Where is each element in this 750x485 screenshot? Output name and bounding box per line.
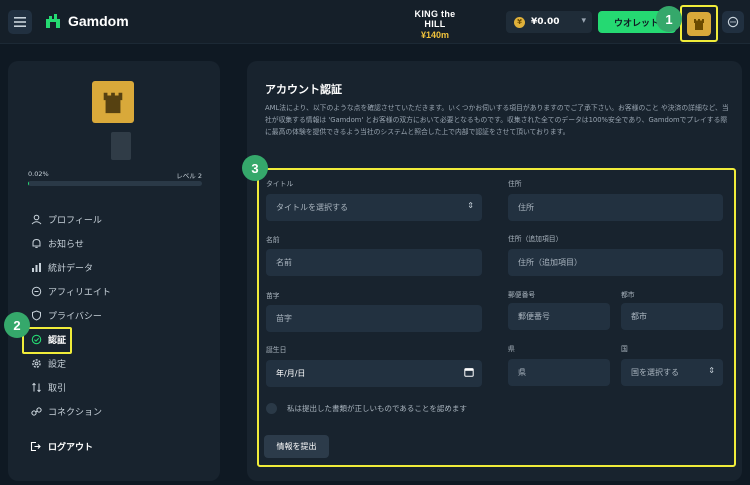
submit-button[interactable]: 情報を提出 [264, 435, 329, 458]
logout-label: ログアウト [48, 443, 94, 453]
select-arrows-icon: ⇕ [467, 201, 474, 210]
sidebar-item-notifications[interactable]: お知らせ [30, 231, 111, 255]
address2-label: 住所（追加項目） [508, 235, 563, 243]
city-input[interactable]: 都市 [621, 303, 723, 330]
link-icon [30, 405, 42, 417]
sidebar-item-label: コネクション [48, 407, 103, 418]
rook-icon [103, 92, 123, 114]
birthday-label: 誕生日 [266, 346, 287, 354]
confirm-checkbox-row[interactable]: 私は提出した書類が正しいものであることを認めます [266, 403, 467, 414]
country-select[interactable]: 国を選択する ⇕ [621, 359, 723, 386]
user-icon [30, 213, 42, 225]
prefecture-placeholder: 県 [518, 368, 526, 377]
sidebar-item-label: お知らせ [48, 239, 84, 250]
brand-logo[interactable]: Gamdom [44, 12, 129, 30]
last-name-label: 苗字 [266, 292, 280, 300]
brand-name: Gamdom [68, 13, 129, 29]
sidebar-item-settings[interactable]: 設定 [30, 351, 111, 375]
promo-amount: ¥140m [420, 30, 450, 40]
country-label: 国 [621, 345, 628, 353]
first-name-input[interactable]: 名前 [266, 249, 482, 276]
country-select-value: 国を選択する [631, 368, 679, 377]
top-bar: Gamdom KING the HILL ¥140m ¥ ¥0.00 ▾ ウオレ… [0, 0, 750, 44]
promo-title: KING the HILL [414, 9, 456, 29]
level-progress-bar [28, 181, 202, 186]
prefecture-label: 県 [508, 345, 515, 353]
gear-icon [30, 357, 42, 369]
rook-icon [694, 18, 704, 30]
coin-icon: ¥ [514, 16, 525, 28]
king-of-the-hill-promo[interactable]: KING the HILL ¥140m [404, 9, 466, 40]
avatar [687, 11, 711, 36]
user-avatar-button[interactable] [680, 5, 718, 42]
sidebar-item-label: 設定 [48, 359, 67, 370]
gamdom-logo-icon [46, 14, 60, 28]
balance-value: ¥0.00 [531, 17, 560, 27]
username-blurred [111, 132, 131, 160]
verification-highlight-box [22, 327, 72, 354]
title-select[interactable]: タイトルを選択する ⇕ [266, 194, 482, 221]
level-label: レベル 2 [176, 172, 202, 180]
postal-code-placeholder: 郵便番号 [518, 312, 550, 321]
step-badge-2: 2 [4, 312, 30, 338]
sidebar-nav: プロフィール お知らせ 統計データ アフィリエイト プライバシー 認証 設定 取… [30, 207, 111, 423]
sidebar-item-label: 取引 [48, 383, 67, 394]
profile-avatar[interactable] [92, 81, 134, 123]
logout-icon [30, 441, 41, 452]
postal-code-input[interactable]: 郵便番号 [508, 303, 610, 330]
step-badge-1: 1 [656, 6, 682, 32]
page-description: AML法により、以下のような点を確認させていただきます。いくつかお伺いする項目が… [265, 104, 729, 136]
select-arrows-icon: ⇕ [708, 366, 715, 375]
sidebar-item-connections[interactable]: コネクション [30, 399, 111, 423]
address2-placeholder: 住所（追加項目） [518, 258, 582, 267]
balance-selector[interactable]: ¥ ¥0.00 ▾ [506, 11, 592, 33]
chat-button[interactable] [722, 11, 744, 33]
last-name-placeholder: 苗字 [276, 314, 292, 323]
chevron-down-icon: ▾ [581, 16, 586, 26]
stats-icon [30, 261, 42, 273]
city-placeholder: 都市 [631, 312, 647, 321]
sidebar-item-label: プライバシー [48, 311, 102, 322]
title-label: タイトル [266, 180, 294, 188]
logout-button[interactable]: ログアウト [30, 440, 93, 453]
affiliate-icon [30, 285, 42, 297]
privacy-icon [30, 309, 42, 321]
step-badge-3: 3 [242, 155, 268, 181]
sidebar-item-label: 統計データ [48, 263, 94, 274]
chat-icon [727, 16, 739, 28]
progress-percent: 0.02% [28, 170, 49, 178]
city-label: 都市 [621, 291, 635, 299]
first-name-placeholder: 名前 [276, 258, 292, 267]
page-title: アカウント認証 [265, 83, 342, 96]
sidebar-item-label: プロフィール [48, 215, 102, 226]
prefecture-input[interactable]: 県 [508, 359, 610, 386]
last-name-input[interactable]: 苗字 [266, 305, 482, 332]
sidebar-item-label: アフィリエイト [48, 287, 111, 298]
birthday-input[interactable]: 年/月/日 [266, 360, 482, 387]
calendar-icon [464, 367, 474, 379]
birthday-placeholder: 年/月/日 [276, 369, 306, 378]
menu-button[interactable] [8, 10, 32, 34]
hamburger-icon [14, 17, 26, 27]
sidebar-item-privacy[interactable]: プライバシー [30, 303, 111, 327]
sidebar-item-profile[interactable]: プロフィール [30, 207, 111, 231]
confirm-checkbox[interactable] [266, 403, 277, 414]
first-name-label: 名前 [266, 236, 280, 244]
level-progress-labels: 0.02% レベル 2 [28, 170, 202, 180]
address-input[interactable]: 住所 [508, 194, 723, 221]
title-select-value: タイトルを選択する [276, 203, 348, 212]
sidebar-item-affiliate[interactable]: アフィリエイト [30, 279, 111, 303]
postal-code-label: 郵便番号 [508, 291, 536, 299]
sidebar-item-stats[interactable]: 統計データ [30, 255, 111, 279]
address-label: 住所 [508, 180, 522, 188]
level-progress-fill [28, 181, 29, 186]
bell-icon [30, 237, 42, 249]
address-placeholder: 住所 [518, 203, 534, 212]
confirm-label: 私は提出した書類が正しいものであることを認めます [287, 404, 467, 413]
transactions-icon [30, 381, 42, 393]
sidebar-item-transactions[interactable]: 取引 [30, 375, 111, 399]
address2-input[interactable]: 住所（追加項目） [508, 249, 723, 276]
